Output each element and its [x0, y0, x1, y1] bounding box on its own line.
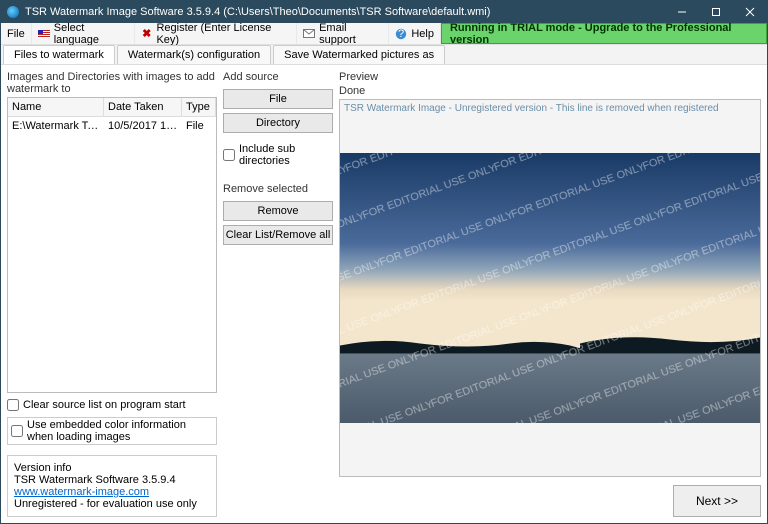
menu-register-label: Register (Enter License Key)	[156, 22, 290, 46]
add-file-button[interactable]: File	[223, 89, 333, 109]
source-list-label: Images and Directories with images to ad…	[7, 71, 217, 95]
preview-status: Done	[339, 85, 761, 97]
version-line1: TSR Watermark Software 3.5.9.4	[14, 474, 210, 486]
next-button[interactable]: Next >>	[673, 485, 761, 517]
app-window: TSR Watermark Image Software 3.5.9.4 (C:…	[0, 0, 768, 524]
flag-icon	[38, 28, 50, 40]
cell-name: E:\Watermark Test Images\Pain...	[8, 117, 104, 135]
include-sub-input[interactable]	[223, 149, 235, 161]
middle-column: Add source File Directory Include sub di…	[223, 71, 333, 517]
version-link[interactable]: www.watermark-image.com	[14, 486, 149, 498]
menu-email-support-label: Email support	[319, 22, 382, 46]
col-date-header[interactable]: Date Taken	[104, 98, 182, 116]
x-icon: ✖	[141, 28, 152, 40]
add-source-label: Add source	[223, 71, 333, 83]
clear-all-button[interactable]: Clear List/Remove all	[223, 225, 333, 245]
tab-row: Files to watermark Watermark(s) configur…	[1, 45, 767, 65]
close-button[interactable]	[733, 1, 767, 23]
window-controls	[665, 1, 767, 23]
file-list[interactable]: Name Date Taken Type E:\Watermark Test I…	[7, 97, 217, 393]
menu-select-language-label: Select language	[54, 22, 128, 46]
menu-email-support[interactable]: Email support	[297, 23, 389, 44]
trial-banner[interactable]: Running in TRIAL mode - Upgrade to the P…	[441, 23, 767, 44]
clear-on-start-input[interactable]	[7, 399, 19, 411]
use-embedded-checkbox[interactable]: Use embedded color information when load…	[7, 417, 217, 445]
menubar: File Select language ✖ Register (Enter L…	[1, 23, 767, 45]
app-icon	[7, 6, 19, 18]
use-embedded-label: Use embedded color information when load…	[27, 419, 213, 443]
version-line2: Unregistered - for evaluation use only	[14, 498, 210, 510]
menu-register[interactable]: ✖ Register (Enter License Key)	[135, 23, 297, 44]
menu-select-language[interactable]: Select language	[32, 23, 135, 44]
version-info: Version info TSR Watermark Software 3.5.…	[7, 455, 217, 517]
remove-button[interactable]: Remove	[223, 201, 333, 221]
button-row: Next >>	[339, 477, 761, 517]
remove-selected-label: Remove selected	[223, 183, 333, 195]
window-title: TSR Watermark Image Software 3.5.9.4 (C:…	[25, 6, 665, 18]
menu-help[interactable]: ? Help	[389, 23, 441, 44]
maximize-button[interactable]	[699, 1, 733, 23]
col-type-header[interactable]: Type	[182, 98, 216, 116]
right-column: Preview Done	[339, 71, 761, 517]
clear-on-start-checkbox[interactable]: Clear source list on program start	[7, 399, 217, 411]
clear-on-start-label: Clear source list on program start	[23, 399, 186, 411]
tab-config[interactable]: Watermark(s) configuration	[117, 45, 271, 64]
tab-save[interactable]: Save Watermarked pictures as	[273, 45, 445, 64]
include-sub-label: Include sub directories	[239, 143, 333, 167]
use-embedded-input[interactable]	[11, 425, 23, 437]
table-row[interactable]: E:\Watermark Test Images\Pain... 10/5/20…	[8, 117, 216, 135]
menu-help-label: Help	[411, 28, 434, 40]
include-sub-checkbox[interactable]: Include sub directories	[223, 143, 333, 167]
content-area: Images and Directories with images to ad…	[1, 65, 767, 523]
menu-file[interactable]: File	[1, 23, 32, 44]
svg-text:?: ?	[398, 28, 404, 40]
help-icon: ?	[395, 28, 407, 40]
file-list-header: Name Date Taken Type	[8, 98, 216, 117]
mail-icon	[303, 28, 315, 40]
cell-date: 10/5/2017 12:1...	[104, 117, 182, 135]
menu-file-label: File	[7, 28, 25, 40]
preview-overlay-text: TSR Watermark Image - Unregistered versi…	[344, 103, 756, 114]
preview-frame: FOR EDITORIAL USE ONLY TSR Watermark Ima…	[339, 99, 761, 477]
version-header: Version info	[14, 462, 210, 474]
left-column: Images and Directories with images to ad…	[7, 71, 217, 517]
titlebar: TSR Watermark Image Software 3.5.9.4 (C:…	[1, 1, 767, 23]
preview-image: FOR EDITORIAL USE ONLY	[340, 153, 760, 424]
cell-type: File	[182, 117, 216, 135]
add-directory-button[interactable]: Directory	[223, 113, 333, 133]
minimize-button[interactable]	[665, 1, 699, 23]
col-name-header[interactable]: Name	[8, 98, 104, 116]
preview-label: Preview	[339, 71, 761, 83]
tab-files[interactable]: Files to watermark	[3, 45, 115, 64]
